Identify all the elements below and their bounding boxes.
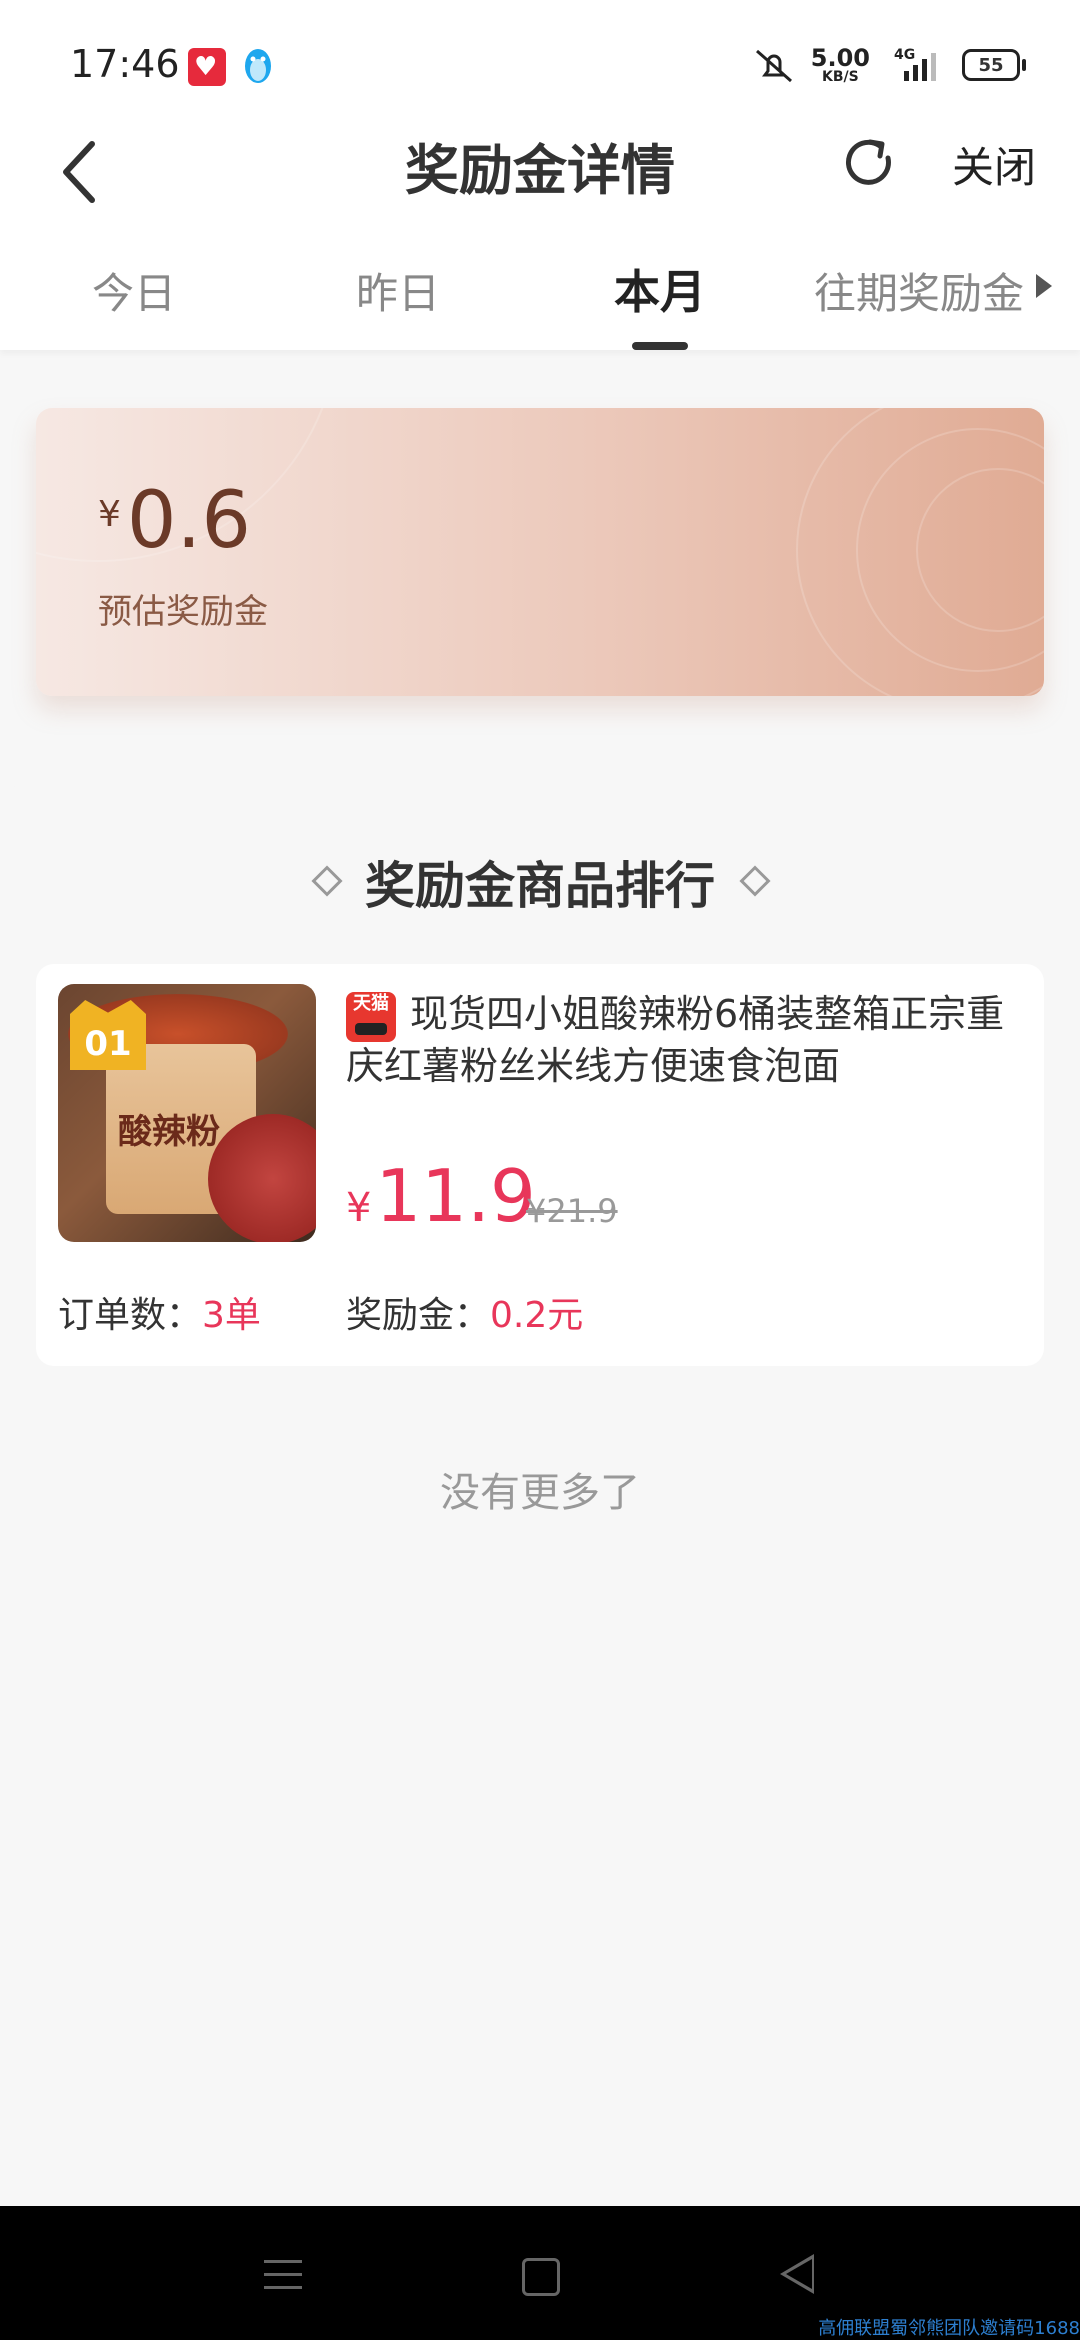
signal-icon: 4G [894,47,936,81]
product-image-text: 酸辣粉 [118,1112,220,1152]
header: 奖励金详情 关闭 [0,110,1080,230]
product-price: ¥11.9 [346,1154,536,1238]
battery-icon: 55 [962,49,1026,81]
tab-scroll-arrow-icon[interactable] [1036,274,1052,298]
product-title[interactable]: 现货四小姐酸辣粉6桶装整箱正宗重庆红薯粉丝米线方便速食泡面 [346,988,1036,1092]
back-triangle-icon[interactable] [780,2254,814,2294]
close-button[interactable]: 关闭 [952,134,1036,195]
tab-this-month[interactable]: 本月 [614,256,706,322]
tab-past-bonus[interactable]: 往期奖励金 [814,260,1024,321]
order-count: 订单数：3单 [58,1295,261,1336]
tmall-icon: 天猫 [346,992,396,1042]
qq-penguin-icon [245,49,271,83]
status-right: 5.00 KB/S 4G 55 [751,40,1026,90]
original-price: ¥21.9 [526,1192,618,1230]
system-nav-bar: 高佣联盟蜀邻熊团队邀请码1688 [0,2206,1080,2340]
tab-yesterday[interactable]: 昨日 [356,260,440,321]
estimated-bonus-label: 预估奖励金 [98,592,268,632]
end-of-list-text: 没有更多了 [440,1470,640,1516]
tab-today[interactable]: 今日 [92,260,176,321]
tab-bar: 今日 昨日 本月 往期奖励金 [0,230,1080,350]
heart-app-icon: ♥ [188,48,226,86]
home-icon[interactable] [522,2258,560,2296]
product-card[interactable]: 酸辣粉 01 现货四小姐酸辣粉6桶装整箱正宗重庆红薯粉丝米线方便速食泡面 天猫 … [36,964,1044,1366]
product-bonus: 奖励金：0.2元 [346,1295,584,1336]
page-title: 奖励金详情 [405,139,675,202]
product-image[interactable]: 酸辣粉 01 [58,984,316,1242]
bonus-summary-card: ¥0.6 预估奖励金 [36,408,1044,696]
menu-icon[interactable] [264,2260,302,2290]
watermark-text: 高佣联盟蜀邻熊团队邀请码1688 [818,2318,1080,2339]
refresh-icon[interactable] [840,128,900,204]
tab-active-indicator [632,342,688,350]
net-speed: 5.00 KB/S [810,44,870,85]
estimated-bonus-amount: ¥0.6 [98,476,251,566]
status-time: 17:46 [70,42,180,86]
mute-bell-icon [755,49,792,83]
ranking-title: 奖励金商品排行 [365,857,715,915]
svg-text:4G: 4G [894,47,915,63]
